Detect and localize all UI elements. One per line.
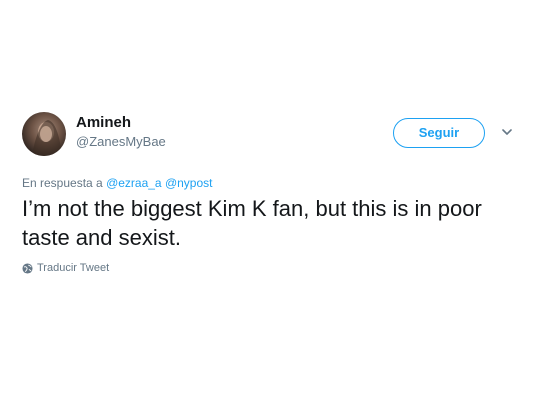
user-avatar[interactable]: [22, 112, 66, 156]
translate-label[interactable]: Traducir Tweet: [37, 262, 109, 274]
reply-mention-ezraa[interactable]: @ezraa_a: [106, 176, 162, 190]
follow-button[interactable]: Seguir: [393, 118, 485, 148]
chevron-down-icon[interactable]: [500, 125, 514, 139]
user-display-name[interactable]: Amineh: [76, 114, 131, 131]
translate-tweet-link[interactable]: Traducir Tweet: [22, 262, 109, 274]
user-handle[interactable]: @ZanesMyBae: [76, 134, 166, 149]
reply-prefix: En respuesta a: [22, 176, 103, 190]
tweet-card: Amineh @ZanesMyBae Seguir En respuesta a…: [0, 0, 533, 400]
globe-icon: [22, 262, 33, 274]
avatar-photo-icon: [32, 120, 62, 156]
reply-context: En respuesta a @ezraa_a @nypost: [22, 176, 213, 190]
reply-mention-nypost[interactable]: @nypost: [165, 176, 213, 190]
tweet-text: I’m not the biggest Kim K fan, but this …: [22, 196, 482, 250]
